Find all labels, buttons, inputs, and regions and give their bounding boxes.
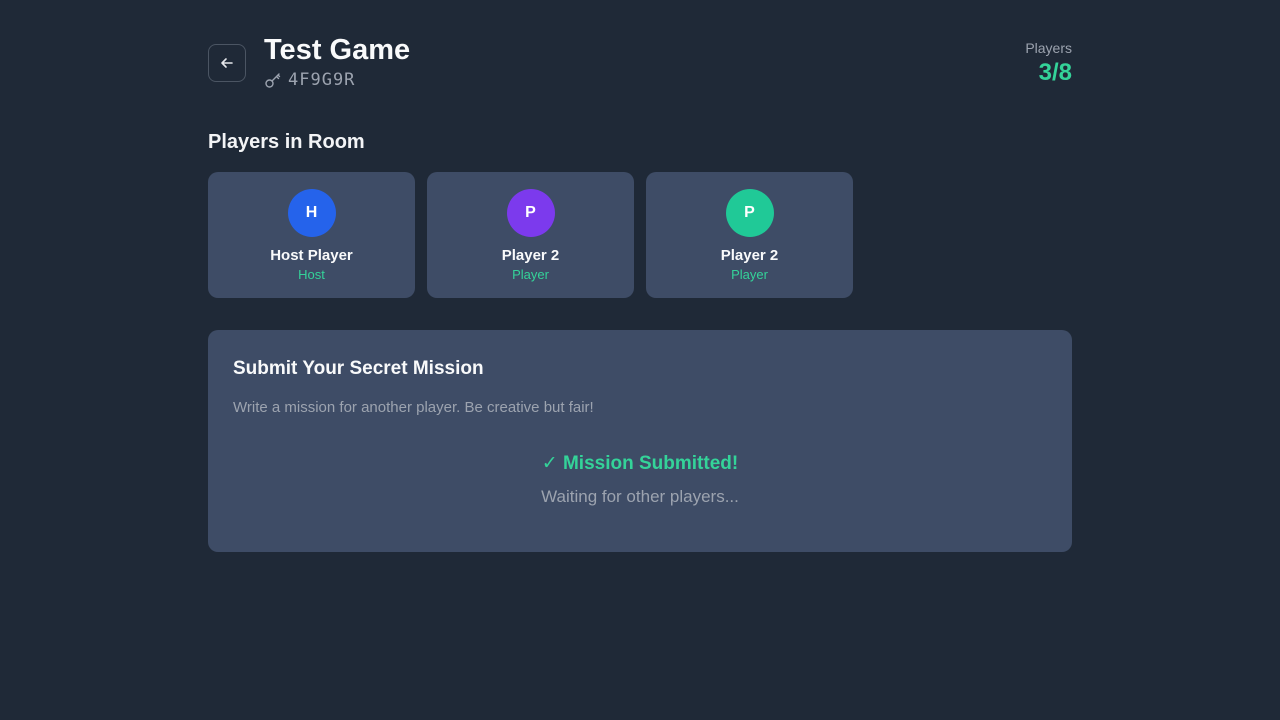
avatar: P	[506, 189, 555, 237]
mission-title: Submit Your Secret Mission	[233, 358, 484, 379]
back-button[interactable]	[208, 44, 246, 82]
waiting-text: Waiting for other players...	[541, 487, 739, 506]
player-role: Host	[298, 267, 325, 282]
avatar: H	[287, 189, 336, 237]
mission-status: ✓ Mission Submitted! Waiting for other p…	[233, 453, 1047, 507]
mission-card: Submit Your Secret Mission Write a missi…	[208, 330, 1072, 552]
room-code-row: 4F9G9R	[264, 70, 410, 90]
player-card: H Host Player Host	[208, 172, 415, 298]
players-section-title: Players in Room	[208, 131, 365, 153]
player-role: Player	[731, 267, 768, 282]
players-grid: H Host Player Host P Player 2 Player P P…	[208, 172, 1072, 298]
mission-submitted-title: ✓ Mission Submitted!	[541, 453, 739, 474]
player-role: Player	[512, 267, 549, 282]
player-name: Player 2	[720, 247, 779, 264]
players-count-value: 3/8	[1038, 59, 1072, 86]
header: Test Game 4F9G9R Players 3/8	[208, 34, 1072, 94]
title-block: Test Game 4F9G9R	[264, 34, 410, 90]
player-name: Host Player	[270, 247, 353, 264]
players-count: Players 3/8	[1025, 34, 1072, 88]
player-card: P Player 2 Player	[646, 172, 853, 298]
arrow-left-icon	[221, 58, 233, 68]
player-card: P Player 2 Player	[427, 172, 634, 298]
game-title: Test Game	[264, 34, 411, 66]
avatar: P	[725, 189, 774, 237]
players-count-label: Players	[1025, 40, 1072, 56]
mission-description: Write a mission for another player. Be c…	[233, 399, 594, 416]
player-name: Player 2	[501, 247, 560, 264]
key-icon	[265, 73, 281, 88]
header-left: Test Game 4F9G9R	[208, 34, 410, 90]
room-code: 4F9G9R	[288, 70, 356, 90]
lobby-page: Test Game 4F9G9R Players 3/8 Players in …	[208, 0, 1072, 552]
